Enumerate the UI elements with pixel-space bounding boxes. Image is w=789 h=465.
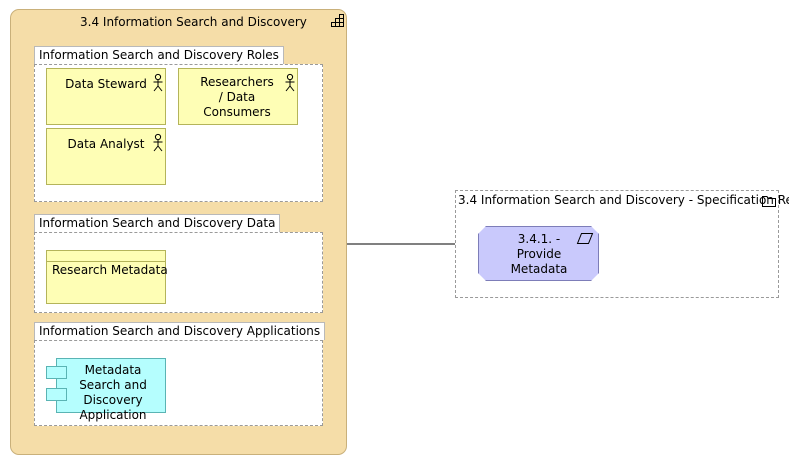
data-object-header-line — [47, 261, 165, 262]
component-icon — [46, 366, 67, 379]
apps-group-tab: Information Search and Discovery Applica… — [34, 322, 326, 340]
actor-label: Data Steward — [65, 77, 147, 91]
actor-icon — [153, 133, 163, 152]
app-component-metadata-search[interactable]: Metadata Search and Discovery Applicatio… — [56, 358, 166, 422]
app-component-label: Metadata Search and Discovery Applicatio… — [79, 363, 147, 422]
spec-group-title: 3.4 Information Search and Discovery - S… — [458, 193, 789, 207]
actor-data-analyst[interactable]: Data Analyst — [46, 128, 166, 185]
actor-label: Data Analyst — [67, 137, 145, 151]
data-group-title: Information Search and Discovery Data — [39, 216, 276, 230]
capability-icon — [331, 14, 344, 27]
capability-group-title: 3.4 Information Search and Discovery — [80, 15, 307, 29]
requirement-label: 3.4.1. - Provide Metadata — [510, 232, 568, 276]
data-object-label: Research Metadata — [52, 263, 168, 277]
actor-label: Researchers / Data Consumers — [200, 75, 274, 119]
requirement-icon — [576, 233, 594, 244]
actor-icon — [153, 73, 163, 92]
component-icon — [46, 388, 67, 401]
data-group-tab: Information Search and Discovery Data — [34, 214, 281, 232]
actor-icon — [285, 73, 295, 92]
roles-group-title: Information Search and Discovery Roles — [39, 48, 279, 62]
actor-data-steward[interactable]: Data Steward — [46, 68, 166, 125]
folder-icon — [762, 196, 776, 207]
roles-group-tab: Information Search and Discovery Roles — [34, 46, 284, 64]
data-object-research-metadata[interactable]: Research Metadata — [46, 250, 168, 304]
actor-researchers[interactable]: Researchers / Data Consumers — [178, 68, 298, 125]
apps-group-title: Information Search and Discovery Applica… — [39, 324, 321, 338]
